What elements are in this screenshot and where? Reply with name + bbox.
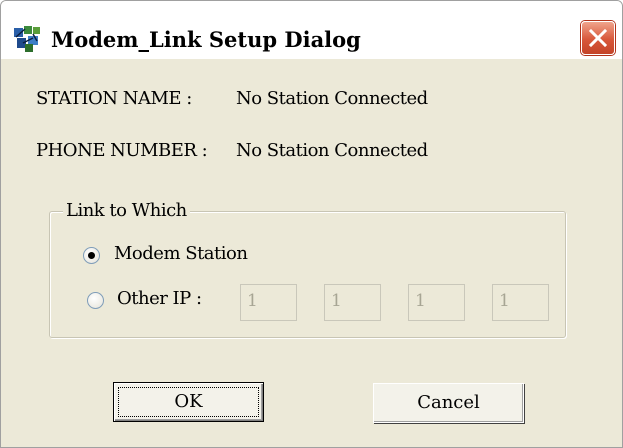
cancel-button-label: Cancel <box>417 392 480 413</box>
radio-selected-dot <box>88 252 95 259</box>
window-frame-left <box>1 59 11 447</box>
ok-button-label: OK <box>174 391 203 412</box>
modem-station-radio[interactable] <box>83 247 100 264</box>
ip-octet-4-input[interactable]: 1 <box>492 284 549 321</box>
ip-octet-1-input[interactable]: 1 <box>240 284 297 321</box>
group-legend: Link to Which <box>63 200 190 221</box>
station-name-value: No Station Connected <box>236 88 428 109</box>
window-frame-right <box>612 59 622 447</box>
phone-number-value: No Station Connected <box>236 140 428 161</box>
modem-link-setup-dialog: Modem_Link Setup Dialog STATION NAME : N… <box>0 0 623 448</box>
title-bar[interactable]: Modem_Link Setup Dialog <box>1 1 622 59</box>
other-ip-label[interactable]: Other IP : <box>117 288 202 309</box>
modem-station-label[interactable]: Modem Station <box>114 243 248 264</box>
window-title: Modem_Link Setup Dialog <box>51 27 361 52</box>
close-button[interactable] <box>581 21 615 55</box>
ok-button[interactable]: OK <box>113 382 264 422</box>
close-icon <box>588 28 608 48</box>
cancel-button[interactable]: Cancel <box>373 383 524 423</box>
ip-octet-3-input[interactable]: 1 <box>408 284 465 321</box>
ip-octet-2-input[interactable]: 1 <box>324 284 381 321</box>
other-ip-radio[interactable] <box>87 292 104 309</box>
app-icon <box>13 25 43 53</box>
phone-number-label: PHONE NUMBER : <box>36 140 208 161</box>
link-to-which-group <box>49 211 566 338</box>
station-name-label: STATION NAME : <box>36 88 192 109</box>
